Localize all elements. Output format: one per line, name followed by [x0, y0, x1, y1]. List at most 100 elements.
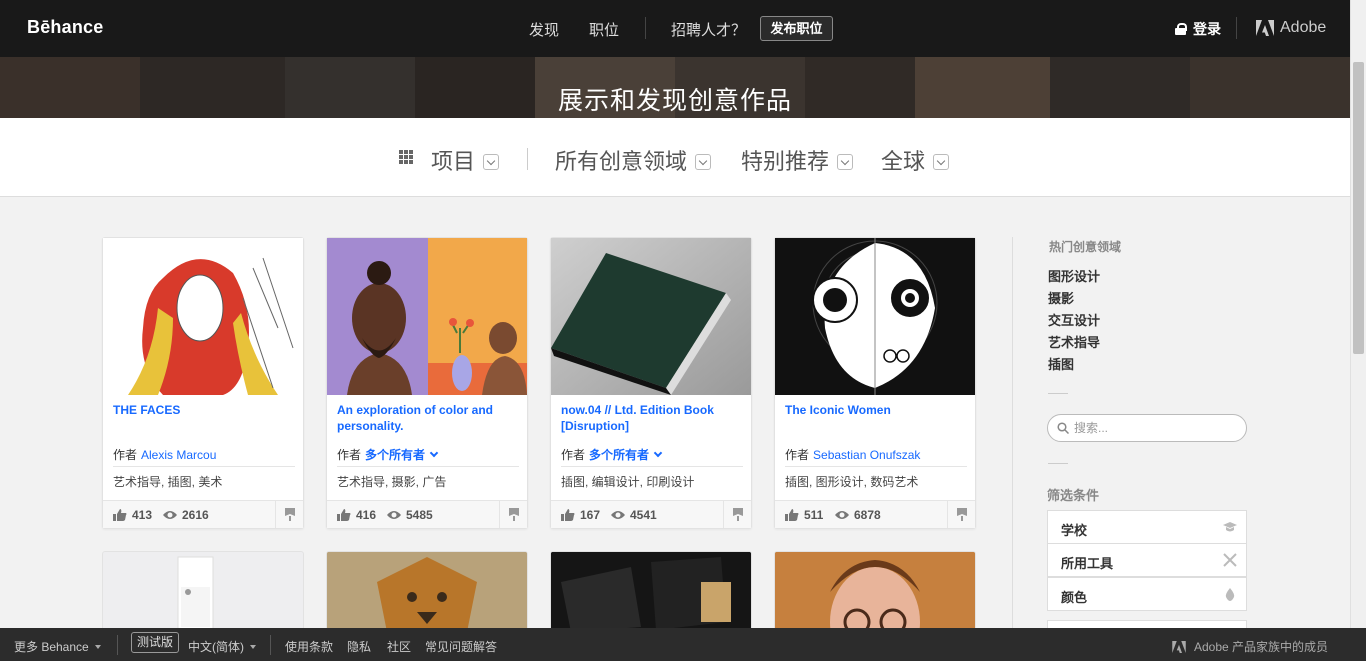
multiple-owners-dropdown[interactable]: 多个所有者 [365, 448, 425, 462]
project-title[interactable]: now.04 // Ltd. Edition Book [Disruption] [561, 402, 743, 434]
popular-fields-title: 热门创意领域 [1049, 240, 1122, 254]
popular-field-graphic-design[interactable]: 图形设计 [1048, 266, 1100, 285]
popular-field-illustration[interactable]: 插图 [1048, 354, 1074, 373]
project-fields: 插图, 编辑设计, 印刷设计 [561, 475, 695, 489]
project-card[interactable]: now.04 // Ltd. Edition Book [Disruption]… [550, 237, 752, 529]
multiple-owners-dropdown[interactable]: 多个所有者 [589, 448, 649, 462]
adobe-link[interactable]: Adobe [1256, 19, 1326, 37]
popular-field-interaction-design[interactable]: 交互设计 [1048, 310, 1100, 329]
divider [561, 466, 743, 467]
project-thumbnail[interactable] [327, 238, 527, 395]
like-icon [337, 509, 351, 521]
filter-color[interactable]: 颜色 [1047, 577, 1247, 611]
project-thumbnail[interactable] [551, 238, 751, 395]
page-scrollbar[interactable] [1350, 0, 1366, 628]
footer-terms-link[interactable]: 使用条款 [285, 638, 333, 655]
adobe-label: Adobe [1280, 19, 1327, 36]
project-title[interactable]: An exploration of color and personality. [337, 402, 519, 434]
filter-projects[interactable]: 项目 [431, 144, 500, 176]
project-title[interactable]: The Iconic Women [785, 402, 967, 418]
search-input[interactable] [1074, 420, 1234, 436]
project-fields: 艺术指导, 插图, 美术 [113, 475, 223, 489]
footer-faq-link[interactable]: 常见问题解答 [425, 638, 497, 655]
adobe-family-link[interactable]: Adobe 产品家族中的成员 [1172, 638, 1328, 655]
filter-tools[interactable]: 所用工具 [1047, 543, 1247, 577]
project-thumbnail[interactable] [550, 551, 752, 631]
project-thumbnail[interactable] [775, 238, 975, 395]
nav-jobs[interactable]: 职位 [589, 19, 619, 40]
chevron-down-icon [483, 154, 500, 170]
owner-prefix: 作者 [561, 448, 586, 462]
views-stat: 5485 [387, 508, 433, 522]
project-thumbnail[interactable] [326, 551, 528, 631]
eye-icon [835, 511, 849, 519]
save-icon [733, 508, 743, 521]
footer-divider [117, 635, 118, 655]
school-icon [1223, 522, 1237, 532]
project-title[interactable]: THE FACES [113, 402, 295, 418]
owner-name-link[interactable]: Alexis Marcou [141, 448, 216, 462]
adobe-icon [1172, 640, 1186, 653]
views-stat: 4541 [611, 508, 657, 522]
project-owner: 作者 Alexis Marcou [113, 446, 216, 463]
nav-discover[interactable]: 发现 [529, 19, 559, 40]
project-owner: 作者 多个所有者 [337, 446, 439, 463]
project-owner: 作者 Sebastian Onufszak [785, 446, 920, 463]
save-to-collection-button[interactable] [275, 501, 303, 528]
save-to-collection-button[interactable] [499, 501, 527, 528]
eye-icon [387, 511, 401, 519]
like-icon [561, 509, 575, 521]
project-card[interactable]: An exploration of color and personality.… [326, 237, 528, 529]
login-button[interactable]: 登录 [1175, 19, 1221, 39]
like-icon [113, 509, 127, 521]
filter-fields-label: 所有创意领域 [555, 149, 688, 174]
filter-creative-fields[interactable]: 所有创意领域 [555, 144, 712, 176]
chevron-down-icon[interactable] [429, 448, 439, 458]
language-selector[interactable]: 中文(简体) [188, 638, 256, 655]
appreciations-count: 416 [356, 508, 377, 522]
popular-field-photography[interactable]: 摄影 [1048, 288, 1074, 307]
owner-name-link[interactable]: Sebastian Onufszak [813, 448, 920, 462]
project-thumbnail[interactable] [102, 551, 304, 631]
project-thumbnail[interactable] [774, 551, 976, 631]
footer-privacy-link[interactable]: 隐私 [347, 638, 371, 655]
grid-icon[interactable] [399, 150, 413, 164]
project-owner: 作者 多个所有者 [561, 446, 663, 463]
filter-location[interactable]: 全球 [881, 144, 950, 176]
chevron-down-icon [695, 154, 712, 170]
nav-hire-talent[interactable]: 招聘人才？ [671, 19, 746, 40]
popular-field-art-direction[interactable]: 艺术指导 [1048, 332, 1100, 351]
footer-community-link[interactable]: 社区 [387, 638, 411, 655]
divider [337, 466, 519, 467]
chevron-down-icon[interactable] [653, 448, 663, 458]
beta-badge[interactable]: 测试版 [131, 632, 180, 653]
divider [1048, 463, 1068, 464]
footer-divider [270, 635, 271, 655]
color-drop-icon [1225, 588, 1235, 601]
views-count: 2616 [182, 508, 209, 522]
views-stat: 2616 [163, 508, 209, 522]
project-card[interactable]: The Iconic Women 作者 Sebastian Onufszak 插图… [774, 237, 976, 529]
scrollbar-thumb[interactable] [1353, 62, 1364, 354]
project-stats: 167 4541 [551, 500, 751, 528]
behance-logo[interactable]: Bēhance [27, 17, 103, 38]
save-to-collection-button[interactable] [723, 501, 751, 528]
more-behance-menu[interactable]: 更多 Behance [14, 638, 101, 655]
top-navigation: Bēhance 发现 职位 招聘人才？ 发布职位 登录 Adobe [0, 0, 1350, 57]
search-icon [1057, 422, 1069, 434]
appreciations-stat: 511 [785, 508, 823, 522]
owner-prefix: 作者 [337, 448, 362, 462]
save-icon [285, 508, 295, 521]
filter-featured[interactable]: 特别推荐 [741, 144, 854, 176]
save-icon [957, 508, 967, 521]
views-stat: 6878 [835, 508, 881, 522]
hero-title: 展示和发现创意作品 [557, 87, 792, 115]
search-box[interactable] [1047, 414, 1247, 442]
project-thumbnail[interactable] [103, 238, 303, 395]
owner-prefix: 作者 [113, 448, 138, 462]
post-job-button[interactable]: 发布职位 [760, 16, 833, 41]
project-card[interactable]: THE FACES 作者 Alexis Marcou 艺术指导, 插图, 美术 4… [102, 237, 304, 529]
filter-school[interactable]: 学校 [1047, 510, 1247, 544]
save-to-collection-button[interactable] [947, 501, 975, 528]
eye-icon [611, 511, 625, 519]
